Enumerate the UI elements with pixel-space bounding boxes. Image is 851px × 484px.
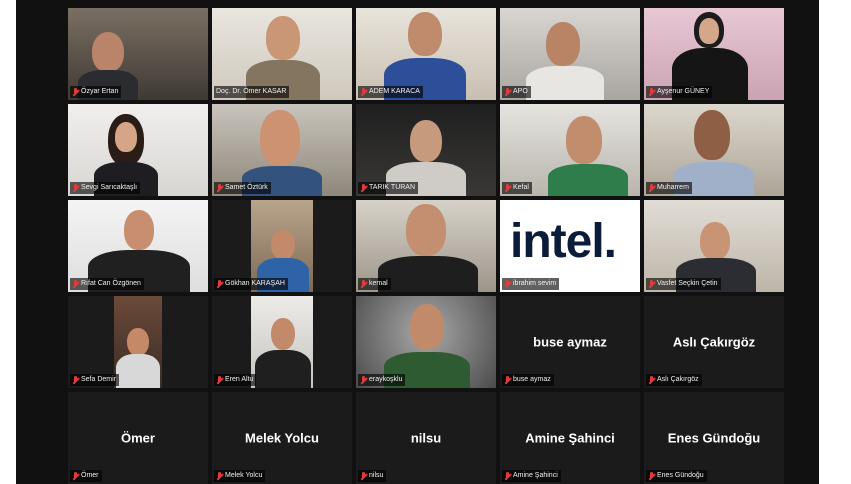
participant-name-label: Rıfat Can Özgönen: [70, 278, 144, 290]
participant-tile[interactable]: Samet Öztürk: [212, 104, 352, 196]
muted-mic-icon: [72, 183, 79, 193]
participant-name-label: Vasfet Seçkin Çetin: [646, 278, 721, 290]
participant-tile[interactable]: Amine Şahinci Amine Şahinci: [500, 392, 640, 484]
participant-name-label: Aslı Çakırgöz: [646, 374, 702, 386]
participant-display-name: nilsu: [410, 430, 442, 446]
participant-video: [251, 296, 313, 388]
participant-name-label: kemal: [358, 278, 391, 290]
participant-name-label: Amine Şahinci: [502, 470, 561, 482]
participant-display-name: Melek Yolcu: [245, 430, 319, 446]
muted-mic-icon: [648, 471, 655, 481]
participant-name-label: Kefal: [502, 182, 532, 194]
meeting-window: Özyar Ertan Doç. Dr. Ömer KASAR ADEM KAR…: [16, 0, 819, 484]
participant-name-label: Eren Altu: [214, 374, 257, 386]
participant-name-label: eraykoşklu: [358, 374, 406, 386]
participant-name-label: Muharrem: [646, 182, 692, 194]
participant-name-label: Enes Gündoğu: [646, 470, 707, 482]
participant-name-label: Ömer: [70, 470, 102, 482]
participant-name-label: Gökhan KARAŞAH: [214, 278, 288, 290]
muted-mic-icon: [504, 87, 511, 97]
participant-tile-active-speaker[interactable]: Doç. Dr. Ömer KASAR: [212, 8, 352, 100]
participant-tile[interactable]: Özyar Ertan: [68, 8, 208, 100]
participant-tile[interactable]: Eren Altu: [212, 296, 352, 388]
muted-mic-icon: [504, 183, 511, 193]
participant-tile[interactable]: kemal: [356, 200, 496, 292]
participant-tile[interactable]: ADEM KARACA: [356, 8, 496, 100]
participant-tile[interactable]: Kefal: [500, 104, 640, 196]
participant-tile[interactable]: buse aymaz buse aymaz: [500, 296, 640, 388]
participant-display-name: Amine Şahinci: [525, 430, 615, 446]
participant-name-label: Sevgi Sarıcaktaşlı: [70, 182, 141, 194]
muted-mic-icon: [360, 279, 367, 289]
participant-tile[interactable]: Enes Gündoğu Enes Gündoğu: [644, 392, 784, 484]
participant-tile[interactable]: Sevgi Sarıcaktaşlı: [68, 104, 208, 196]
participant-tile[interactable]: Ömer Ömer: [68, 392, 208, 484]
muted-mic-icon: [360, 471, 367, 481]
participant-name-label: TARIK TURAN: [358, 182, 419, 194]
participant-name-label: Melek Yolcu: [214, 470, 266, 482]
participant-tile[interactable]: Muharrem: [644, 104, 784, 196]
participant-name-label: APO: [502, 86, 531, 98]
participant-tile[interactable]: Ayşenur GÜNEY: [644, 8, 784, 100]
participant-display-name: Aslı Çakırgöz: [672, 334, 756, 350]
muted-mic-icon: [72, 279, 79, 289]
participant-tile[interactable]: Rıfat Can Özgönen: [68, 200, 208, 292]
participant-tile[interactable]: eraykoşklu: [356, 296, 496, 388]
muted-mic-icon: [504, 471, 511, 481]
muted-mic-icon: [72, 87, 79, 97]
intel-logo: intel.: [510, 215, 617, 268]
muted-mic-icon: [648, 279, 655, 289]
participant-grid: Özyar Ertan Doç. Dr. Ömer KASAR ADEM KAR…: [68, 8, 788, 484]
muted-mic-icon: [648, 375, 655, 385]
participant-name-label: nilsu: [358, 470, 387, 482]
participant-name-label: ADEM KARACA: [358, 86, 423, 98]
muted-mic-icon: [504, 375, 511, 385]
participant-name-label: buse aymaz: [502, 374, 554, 386]
muted-mic-icon: [216, 471, 223, 481]
participant-tile[interactable]: nilsu nilsu: [356, 392, 496, 484]
participant-display-name: Ömer: [121, 430, 155, 446]
participant-name-label: Ayşenur GÜNEY: [646, 86, 713, 98]
muted-mic-icon: [504, 279, 511, 289]
participant-tile[interactable]: Sefa Demir: [68, 296, 208, 388]
participant-name-label: Samet Öztürk: [214, 182, 271, 194]
muted-mic-icon: [360, 375, 367, 385]
muted-mic-icon: [648, 183, 655, 193]
participant-tile[interactable]: APO: [500, 8, 640, 100]
muted-mic-icon: [216, 375, 223, 385]
muted-mic-icon: [72, 471, 79, 481]
muted-mic-icon: [216, 279, 223, 289]
participant-tile[interactable]: Gökhan KARAŞAH: [212, 200, 352, 292]
participant-name-label: Doç. Dr. Ömer KASAR: [214, 86, 290, 98]
muted-mic-icon: [648, 87, 655, 97]
muted-mic-icon: [360, 183, 367, 193]
participant-video: [114, 296, 162, 388]
participant-tile[interactable]: intel. ibrahim sevim: [500, 200, 640, 292]
muted-mic-icon: [216, 183, 223, 193]
participant-tile[interactable]: Aslı Çakırgöz Aslı Çakırgöz: [644, 296, 784, 388]
participant-display-name: Enes Gündoğu: [667, 430, 761, 446]
participant-display-name: buse aymaz: [533, 334, 607, 350]
participant-tile[interactable]: TARIK TURAN: [356, 104, 496, 196]
participant-name-label: ibrahim sevim: [502, 278, 560, 290]
participant-name-label: Sefa Demir: [70, 374, 120, 386]
participant-tile[interactable]: Vasfet Seçkin Çetin: [644, 200, 784, 292]
participant-name-label: Özyar Ertan: [70, 86, 122, 98]
muted-mic-icon: [72, 375, 79, 385]
muted-mic-icon: [360, 87, 367, 97]
participant-tile[interactable]: Melek Yolcu Melek Yolcu: [212, 392, 352, 484]
